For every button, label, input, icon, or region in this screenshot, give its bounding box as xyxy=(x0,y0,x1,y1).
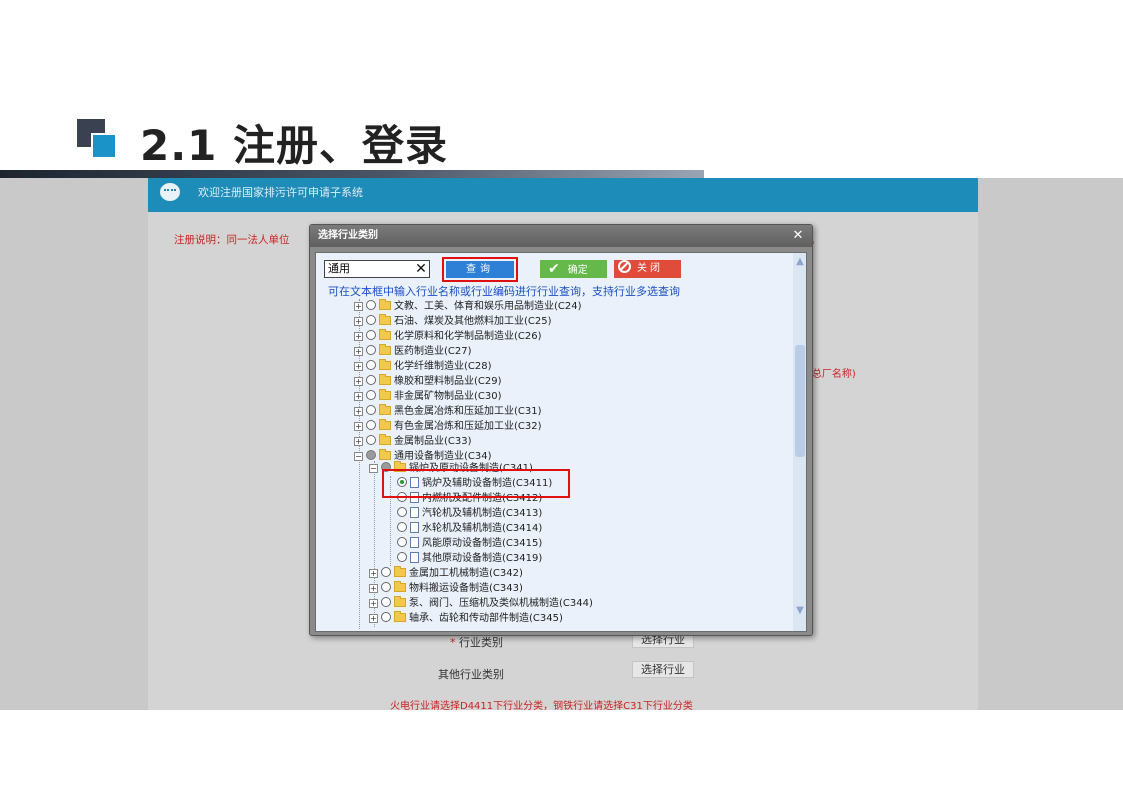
chat-bubble-icon xyxy=(160,183,180,201)
tree-item[interactable]: + 黑色金属冶炼和压延加工业(C31) xyxy=(354,404,542,419)
scroll-thumb[interactable] xyxy=(795,345,805,457)
tree-item[interactable]: + 石油、煤炭及其他燃料加工业(C25) xyxy=(354,314,552,329)
tree-item[interactable]: 其他原动设备制造(C3419) xyxy=(397,551,542,566)
tree-item[interactable]: + 橡胶和塑料制品业(C29) xyxy=(354,374,502,389)
registration-header-text: 欢迎注册国家排污许可申请子系统 xyxy=(198,186,363,199)
folder-icon xyxy=(379,329,391,340)
radio-icon[interactable] xyxy=(366,345,376,355)
registration-note: 注册说明：同一法人单位 xyxy=(174,234,290,246)
confirm-label: 确定 xyxy=(567,265,588,276)
select-other-industry-button[interactable]: 选择行业 xyxy=(632,661,694,678)
close-button[interactable]: 关闭 xyxy=(614,260,681,278)
tree-item[interactable]: 水轮机及辅机制造(C3414) xyxy=(397,521,542,536)
folder-icon xyxy=(379,359,391,370)
folder-icon xyxy=(379,404,391,415)
folder-icon xyxy=(379,419,391,430)
screenshot-area: 欢迎注册国家排污许可申请子系统 注册说明：同一法人单位 号。 (总厂名称) * … xyxy=(0,178,1123,710)
radio-icon[interactable] xyxy=(381,567,391,577)
folder-icon xyxy=(379,314,391,325)
tree-item[interactable]: + 化学纤维制造业(C28) xyxy=(354,359,492,374)
tree-item[interactable]: + 非金属矿物制品业(C30) xyxy=(354,389,502,404)
other-industry-label: 其他行业类别 xyxy=(438,668,504,681)
folder-icon xyxy=(394,596,406,607)
tree-item[interactable]: + 泵、阀门、压缩机及类似机械制造(C344) xyxy=(369,596,593,611)
radio-icon[interactable] xyxy=(366,390,376,400)
document-icon xyxy=(410,537,419,548)
tree-item[interactable]: + 轴承、齿轮和传动部件制造(C345) xyxy=(369,611,563,626)
folder-icon xyxy=(379,434,391,445)
document-icon xyxy=(410,507,419,518)
radio-icon[interactable] xyxy=(397,537,407,547)
scroll-down-icon[interactable]: ▼ xyxy=(793,605,806,617)
title-square-icon xyxy=(77,119,117,159)
tree-item[interactable]: + 金属加工机械制造(C342) xyxy=(369,566,523,581)
no-entry-icon xyxy=(618,260,631,273)
factory-name-hint: (总厂名称) xyxy=(808,369,856,380)
folder-icon xyxy=(379,389,391,400)
industry-dialog: 选择行业类别 ✕ 通用 ✕ 查询 ✔ 确定 关闭 可在文本框中输入行业名称或行业编… xyxy=(309,224,813,636)
folder-icon xyxy=(379,449,391,460)
radio-icon[interactable] xyxy=(381,612,391,622)
tree-item[interactable]: + 金属制品业(C33) xyxy=(354,434,472,449)
industry-label: * 行业类别 xyxy=(450,636,503,649)
radio-icon[interactable] xyxy=(366,315,376,325)
folder-icon xyxy=(394,611,406,622)
radio-icon[interactable] xyxy=(397,552,407,562)
dialog-scrollbar[interactable]: ▲ ▼ xyxy=(793,253,806,631)
dialog-title: 选择行业类别 xyxy=(310,225,812,247)
radio-icon[interactable] xyxy=(381,582,391,592)
query-button-label: 查询 xyxy=(446,261,514,278)
confirm-button[interactable]: ✔ 确定 xyxy=(540,260,607,278)
tree-item[interactable]: + 有色金属冶炼和压延加工业(C32) xyxy=(354,419,542,434)
radio-icon[interactable] xyxy=(397,507,407,517)
radio-icon[interactable] xyxy=(397,522,407,532)
tree-item[interactable]: 风能原动设备制造(C3415) xyxy=(397,536,542,551)
industry-guidance-note: 火电行业请选择D4411下行业分类，钢铁行业请选择C31下行业分类 xyxy=(390,701,693,710)
folder-icon xyxy=(394,581,406,592)
tree-item[interactable]: + 物料搬运设备制造(C343) xyxy=(369,581,523,596)
title-divider xyxy=(0,170,704,178)
radio-icon[interactable] xyxy=(366,375,376,385)
radio-icon[interactable] xyxy=(366,450,376,460)
document-icon xyxy=(410,552,419,563)
radio-icon[interactable] xyxy=(366,330,376,340)
tree-item[interactable]: + 医药制造业(C27) xyxy=(354,344,472,359)
dialog-body: 通用 ✕ 查询 ✔ 确定 关闭 可在文本框中输入行业名称或行业编码进行行业查询，支… xyxy=(315,252,807,632)
document-icon xyxy=(410,522,419,533)
slide-page: 2.1 注册、登录 欢迎注册国家排污许可申请子系统 注册说明：同一法人单位 号。… xyxy=(0,0,1123,794)
folder-icon xyxy=(394,566,406,577)
radio-icon[interactable] xyxy=(366,360,376,370)
check-icon: ✔ xyxy=(548,261,560,277)
close-label: 关闭 xyxy=(637,263,663,274)
folder-icon xyxy=(379,344,391,355)
slide-title: 2.1 注册、登录 xyxy=(140,121,449,170)
clear-search-icon[interactable]: ✕ xyxy=(413,260,429,278)
query-button[interactable]: 查询 xyxy=(442,257,518,282)
folder-icon xyxy=(379,299,391,310)
tree-item[interactable]: + 化学原料和化学制品制造业(C26) xyxy=(354,329,542,344)
selection-highlight xyxy=(382,469,570,498)
radio-icon[interactable] xyxy=(366,405,376,415)
radio-icon[interactable] xyxy=(381,597,391,607)
folder-icon xyxy=(379,374,391,385)
scroll-up-icon[interactable]: ▲ xyxy=(793,256,806,268)
tree-item[interactable]: + 文教、工美、体育和娱乐用品制造业(C24) xyxy=(354,299,582,314)
radio-icon[interactable] xyxy=(366,435,376,445)
tree-item[interactable]: 汽轮机及辅机制造(C3413) xyxy=(397,506,542,521)
registration-header: 欢迎注册国家排污许可申请子系统 xyxy=(148,178,978,212)
dialog-close-icon[interactable]: ✕ xyxy=(790,228,806,244)
radio-icon[interactable] xyxy=(366,300,376,310)
search-hint: 可在文本框中输入行业名称或行业编码进行行业查询，支持行业多选查询 xyxy=(328,285,680,298)
radio-icon[interactable] xyxy=(366,420,376,430)
